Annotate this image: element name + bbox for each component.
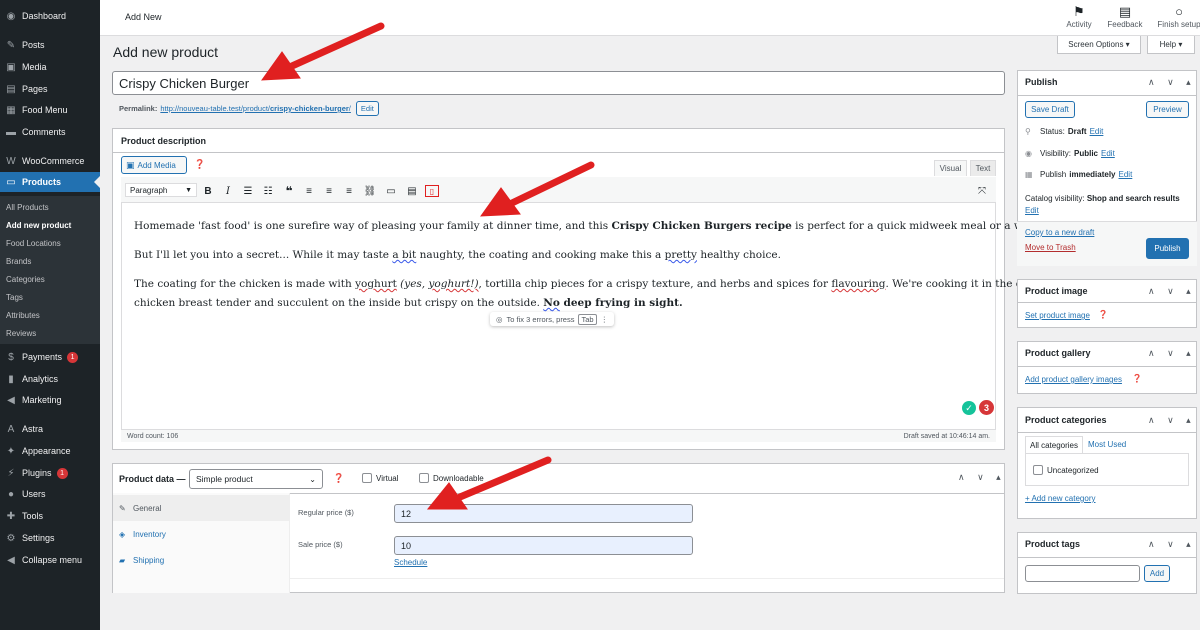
arrow-description <box>479 161 595 217</box>
arrow-title <box>260 22 385 81</box>
arrow-regular-price <box>426 456 552 510</box>
annotation-arrows <box>260 22 595 510</box>
